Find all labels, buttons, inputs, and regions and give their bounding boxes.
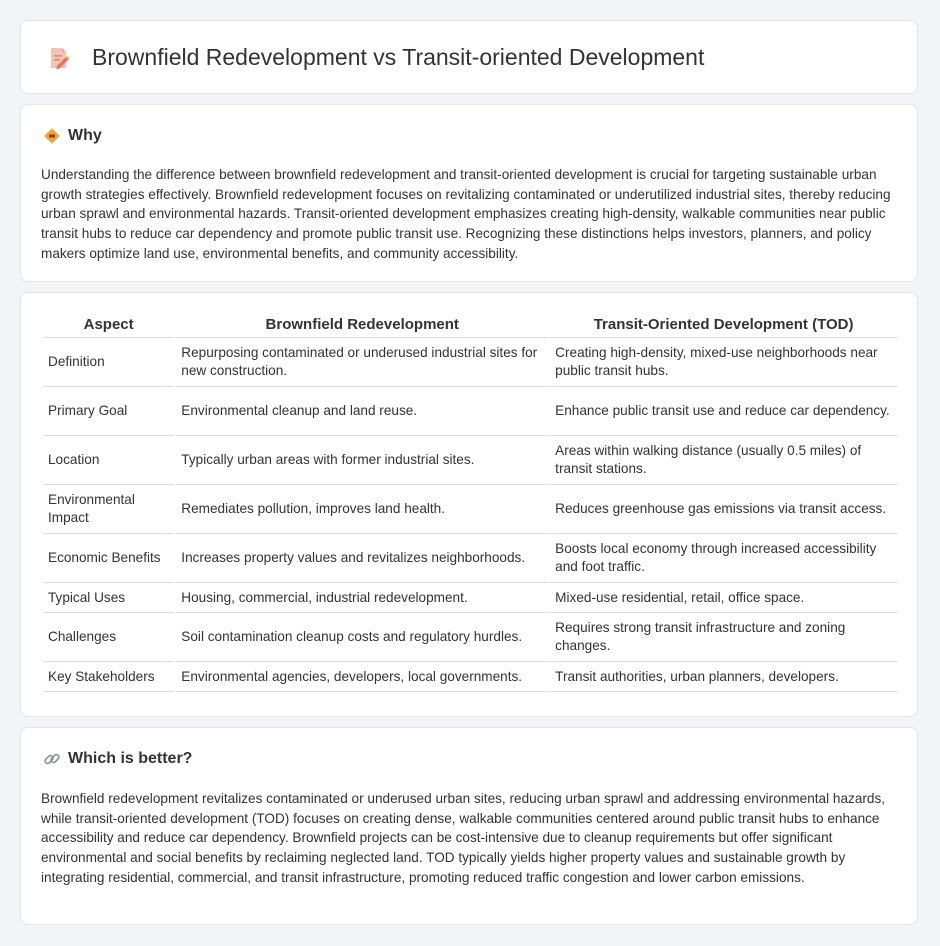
- row-tod: Requires strong transit infrastructure a…: [550, 613, 897, 662]
- row-aspect: Typical Uses: [43, 583, 175, 613]
- row-tod: Boosts local economy through increased a…: [550, 534, 897, 583]
- row-brownfield: Housing, commercial, industrial redevelo…: [176, 583, 549, 613]
- which-is-better-section: Which is better? Brownfield redevelopmen…: [20, 727, 918, 925]
- column-header-brownfield: Brownfield Redevelopment: [176, 312, 549, 338]
- row-tod: Areas within walking distance (usually 0…: [550, 436, 897, 485]
- row-brownfield: Increases property values and revitalize…: [176, 534, 549, 583]
- row-brownfield: Typically urban areas with former indust…: [176, 436, 549, 485]
- row-aspect: Location: [43, 436, 175, 485]
- row-tod: Creating high-density, mixed-use neighbo…: [550, 338, 897, 387]
- row-brownfield: Environmental cleanup and land reuse.: [176, 387, 549, 436]
- column-header-aspect: Aspect: [43, 312, 175, 338]
- comparison-table: Aspect Brownfield Redevelopment Transit-…: [41, 312, 899, 692]
- table-row: Location Typically urban areas with form…: [43, 436, 897, 485]
- table-row: Environmental Impact Remediates pollutio…: [43, 485, 897, 534]
- link-icon: [44, 753, 60, 765]
- better-heading-row: Which is better?: [43, 750, 192, 768]
- table-header-row: Aspect Brownfield Redevelopment Transit-…: [43, 312, 897, 338]
- row-brownfield: Repurposing contaminated or underused in…: [176, 338, 549, 387]
- why-paragraph: Understanding the difference between bro…: [41, 167, 891, 261]
- row-tod: Reduces greenhouse gas emissions via tra…: [550, 485, 897, 534]
- row-tod: Transit authorities, urban planners, dev…: [550, 662, 897, 692]
- row-brownfield: Remediates pollution, improves land heal…: [176, 485, 549, 534]
- table-row: Definition Repurposing contaminated or u…: [43, 338, 897, 387]
- table-row: Typical Uses Housing, commercial, indust…: [43, 583, 897, 613]
- table-row: Key Stakeholders Environmental agencies,…: [43, 662, 897, 692]
- table-row: Economic Benefits Increases property val…: [43, 534, 897, 583]
- row-brownfield: Soil contamination cleanup costs and reg…: [176, 613, 549, 662]
- why-heading-row: Why: [43, 127, 102, 145]
- page-title: Brownfield Redevelopment vs Transit-orie…: [92, 44, 705, 70]
- better-paragraph: Brownfield redevelopment revitalizes con…: [41, 791, 886, 885]
- better-heading: Which is better?: [68, 750, 193, 767]
- table-row: Primary Goal Environmental cleanup and l…: [43, 387, 897, 436]
- column-header-tod: Transit-Oriented Development (TOD): [550, 312, 897, 338]
- row-aspect: Key Stakeholders: [43, 662, 175, 692]
- row-tod: Mixed-use residential, retail, office sp…: [550, 583, 897, 613]
- row-aspect: Primary Goal: [43, 387, 175, 436]
- diamond-sign-icon: [44, 128, 60, 144]
- row-aspect: Definition: [43, 338, 175, 387]
- row-aspect: Economic Benefits: [43, 534, 175, 583]
- why-heading: Why: [68, 127, 102, 144]
- title-card: Brownfield Redevelopment vs Transit-orie…: [20, 20, 918, 94]
- row-aspect: Challenges: [43, 613, 175, 662]
- row-brownfield: Environmental agencies, developers, loca…: [176, 662, 549, 692]
- document-pencil-icon: [51, 48, 70, 70]
- why-section: Why Understanding the difference between…: [20, 104, 918, 282]
- table-row: Challenges Soil contamination cleanup co…: [43, 613, 897, 662]
- row-tod: Enhance public transit use and reduce ca…: [550, 387, 897, 436]
- comparison-section: Aspect Brownfield Redevelopment Transit-…: [20, 292, 918, 717]
- row-aspect: Environmental Impact: [43, 485, 175, 534]
